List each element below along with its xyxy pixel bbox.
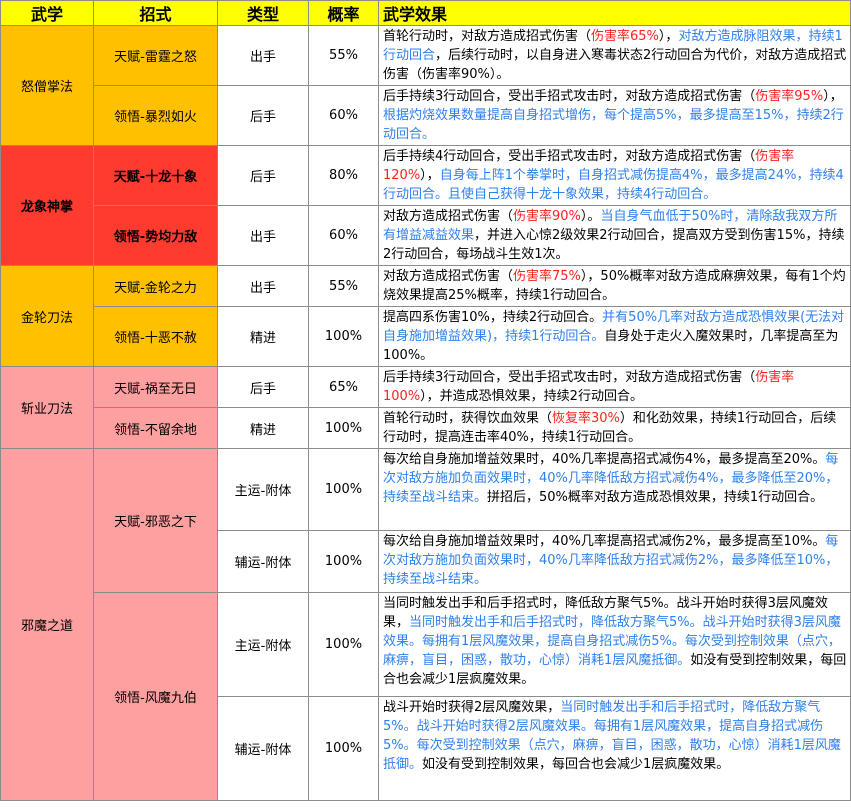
move-type: 主运-附体: [217, 448, 309, 531]
move-type: 后手: [217, 145, 309, 206]
move-name: 领悟-势均力敌: [93, 205, 218, 266]
move-type: 出手: [217, 265, 309, 307]
move-type: 后手: [217, 85, 309, 146]
move-effect: 每次给自身施加增益效果时，40%几率提高招式减伤4%，最多提高至20%。每次对敌…: [378, 448, 851, 531]
move-type: 辅运-附体: [217, 530, 309, 593]
move-effect: 首轮行动时，获得饮血效果（恢复率30%）和化劲效果，持续1行动回合，后续行动时，…: [378, 407, 851, 449]
move-name: 领悟-十恶不赦: [93, 306, 218, 367]
table-row: 金轮刀法 天赋-金轮之力 出手 55% 对敌方造成招式伤害（伤害率75%），50…: [0, 265, 851, 367]
move-name: 天赋-十龙十象: [93, 145, 218, 206]
move-name: 天赋-雷霆之怒: [93, 25, 218, 86]
table-row: 龙象神掌 天赋-十龙十象 后手 80% 后手持续4行动回合，受出手招式攻击时，对…: [0, 145, 851, 266]
move-effect: 后手持续3行动回合，受出手招式攻击时，对敌方造成招式伤害（伤害率95%）， 根据灼…: [378, 85, 851, 146]
effect-text-segment: 拼招后，50%概率对敌方造成恐惧效果，持续1行动回合。: [487, 490, 824, 505]
move-probability: 100%: [308, 448, 379, 531]
effect-text-segment: 每次给自身施加增益效果时，40%几率提高招式减伤4%，最多提高至20%。: [383, 452, 826, 467]
move-type: 后手: [217, 366, 309, 408]
effect-text-segment: ），: [823, 89, 843, 104]
table-row: 怒僧掌法 天赋-雷霆之怒 出手 55% 首轮行动时，对敌方造成招式伤害（伤害率6…: [0, 25, 851, 146]
header-row: 武学 招式 类型 概率 武学效果: [0, 0, 851, 26]
table-row: 领悟-十恶不赦 精进 100% 提高四系伤害10%，持续2行动回合。并有50%几…: [1, 306, 851, 367]
move-name: 天赋-金轮之力: [93, 265, 218, 307]
move-probability: 60%: [308, 85, 379, 146]
effect-text-segment: ），: [658, 29, 679, 44]
table-row: 领悟-风魔九伯 主运-附体 100% 当同时触发出手和后手招式时，降低敌方聚气5…: [1, 592, 851, 801]
effect-text-segment: ）。: [580, 209, 601, 224]
move-probability: 100%: [308, 407, 379, 449]
martial-art-name: 金轮刀法: [0, 265, 94, 367]
move-effect: 后手持续4行动回合，受出手招式攻击时，对敌方造成招式伤害（伤害率120%），自身…: [378, 145, 851, 206]
effect-text-segment: 恢复率30%: [552, 411, 620, 426]
move-probability: 60%: [308, 205, 379, 266]
move-effect: 战斗开始时获得2层风魔效果，当同时触发出手和后手招式时，降低敌方聚气5%。战斗开…: [378, 696, 851, 801]
move-probability: 100%: [308, 696, 379, 801]
effect-text-segment: 首轮行动时，对敌方造成招式伤害（: [383, 29, 592, 44]
effect-text-segment: 后手持续4行动回合，受出手招式攻击时，对敌方造成招式伤害（: [383, 149, 756, 164]
effect-text-segment: ，后续行动时，以自身进入寒毒状态2行动回合为代价，对敌方造成招式伤害（伤害率90…: [383, 48, 847, 82]
move-effect: 提高四系伤害10%，持续2行动回合。并有50%几率对敌方造成恐惧效果(无法对自身…: [378, 306, 851, 367]
effect-text-segment: 首轮行动时，获得饮血效果（: [383, 411, 553, 426]
move-probability: 100%: [308, 306, 379, 367]
move-effect: 每次给自身施加增益效果时，40%几率提高招式减伤2%，最多提高至10%。每次对敌…: [378, 530, 851, 593]
move-name: 领悟-不留余地: [93, 407, 218, 449]
header-effect: 武学效果: [378, 0, 851, 26]
move-type: 主运-附体: [217, 592, 309, 697]
move-name: 天赋-邪恶之下: [93, 448, 218, 593]
effect-text-segment: 伤害率65%: [591, 29, 659, 44]
move-probability: 65%: [308, 366, 379, 408]
effect-text-segment: 根据灼烧效果数量提高自身招式增伤，每个提高5%，最多提高至15%，持续2行动回合…: [383, 108, 844, 142]
header-move: 招式: [93, 0, 218, 26]
effect-text-segment: ），并造成恐惧效果，持续2行动回合。: [420, 389, 643, 404]
effect-text-segment: 如没有受到控制效果，每回合也会减少1层疯魔效果。: [422, 757, 730, 772]
move-effect: 对敌方造成招式伤害（伤害率90%）。当自身气血低于50%时，清除敌我双方所有增益…: [378, 205, 851, 266]
move-type: 精进: [217, 407, 309, 449]
martial-art-name: 怒僧掌法: [0, 25, 94, 146]
header-probability: 概率: [308, 0, 379, 26]
header-type: 类型: [217, 0, 309, 26]
header-martial-art: 武学: [0, 0, 94, 26]
martial-art-name: 斩业刀法: [0, 366, 94, 449]
effect-text-segment: 战斗开始时获得2层风魔效果，: [383, 700, 561, 715]
table-row: 领悟-暴烈如火 后手 60% 后手持续3行动回合，受出手招式攻击时，对敌方造成招…: [1, 85, 851, 146]
effect-text-segment: 伤害率95%: [755, 89, 824, 104]
martial-arts-table: 武学 招式 类型 概率 武学效果 怒僧掌法 天赋-雷霆之怒 出手 55% 首轮行…: [0, 0, 851, 801]
move-effect: 对敌方造成招式伤害（伤害率75%），50%概率对敌方造成麻痹效果，每有1个灼烧效…: [378, 265, 851, 307]
table-row: 斩业刀法 天赋-祸至无日 后手 65% 后手持续3行动回合，受出手招式攻击时，对…: [0, 366, 851, 449]
effect-text-segment: 对敌方造成招式伤害（: [383, 269, 514, 284]
move-probability: 55%: [308, 265, 379, 307]
move-probability: 100%: [308, 530, 379, 593]
effect-text-segment: 后手持续3行动回合，受出手招式攻击时，对敌方造成招式伤害（: [383, 370, 756, 385]
move-effect: 当同时触发出手和后手招式时，降低敌方聚气5%。战斗开始时获得3层风魔效果，当同时…: [378, 592, 851, 697]
table-row: 领悟-不留余地 精进 100% 首轮行动时，获得饮血效果（恢复率30%）和化劲效…: [1, 407, 851, 449]
move-name: 天赋-祸至无日: [93, 366, 218, 408]
martial-art-name: 邪魔之道: [0, 448, 94, 801]
move-effect: 首轮行动时，对敌方造成招式伤害（伤害率65%），对敌方造成脉阻效果，持续1行动回…: [378, 25, 851, 86]
effect-text-segment: 自身每上阵1个拳掌时，自身招式减伤提高4%，最多提高24%，持续4行动回合。且使…: [383, 168, 844, 202]
effect-text-segment: 伤害率90%: [513, 209, 581, 224]
effect-text-segment: 伤害率75%: [513, 269, 581, 284]
martial-art-name: 龙象神掌: [0, 145, 94, 266]
move-probability: 100%: [308, 592, 379, 697]
effect-text-segment: 对敌方造成招式伤害（: [383, 209, 514, 224]
table-row: 领悟-势均力敌 出手 60% 对敌方造成招式伤害（伤害率90%）。当自身气血低于…: [1, 205, 851, 266]
move-name: 领悟-风魔九伯: [93, 592, 218, 801]
move-probability: 55%: [308, 25, 379, 86]
effect-text-segment: 提高四系伤害10%，持续2行动回合。: [383, 310, 603, 325]
move-effect: 后手持续3行动回合，受出手招式攻击时，对敌方造成招式伤害（伤害率100%），并造…: [378, 366, 851, 408]
move-type: 出手: [217, 25, 309, 86]
effect-text-segment: 每次给自身施加增益效果时，40%几率提高招式减伤2%，最多提高至10%。: [383, 534, 826, 549]
move-type: 出手: [217, 205, 309, 266]
move-type: 辅运-附体: [217, 696, 309, 801]
move-type: 精进: [217, 306, 309, 367]
move-probability: 80%: [308, 145, 379, 206]
effect-text-segment: ），: [420, 168, 440, 183]
effect-text-segment: 后手持续3行动回合，受出手招式攻击时，对敌方造成招式伤害（: [383, 89, 756, 104]
table-row: 邪魔之道 天赋-邪恶之下 主运-附体 100% 每次给自身施加增益效果时，40%…: [0, 448, 851, 801]
move-name: 领悟-暴烈如火: [93, 85, 218, 146]
